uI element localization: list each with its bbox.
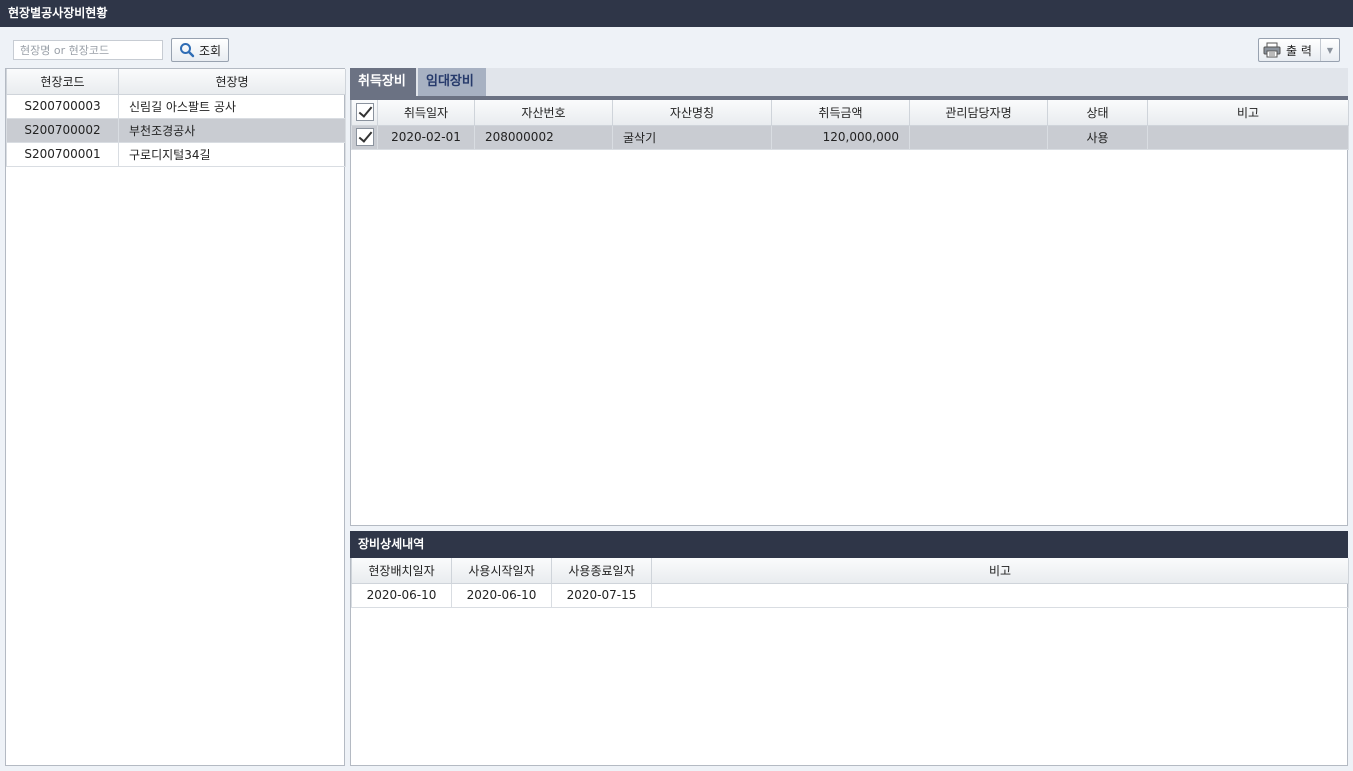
site-code-cell[interactable]: S200700002	[6, 117, 119, 143]
site-code-cell[interactable]: S200700001	[6, 141, 119, 167]
status-cell[interactable]: 사용	[1047, 124, 1148, 150]
detail-grid: 현장배치일자 사용시작일자 사용종료일자 비고 2020-06-10 2020-…	[351, 558, 1349, 608]
column-header-placed-date[interactable]: 현장배치일자	[351, 558, 452, 584]
column-header-site-code[interactable]: 현장코드	[6, 69, 119, 95]
search-icon	[179, 43, 195, 58]
table-row-selected[interactable]: 2020-02-01 208000002 굴삭기 120,000,000 사용	[351, 124, 1349, 150]
column-header-asset-name[interactable]: 자산명칭	[612, 100, 772, 126]
print-dropdown-toggle[interactable]: ▼	[1321, 46, 1339, 55]
row-checkbox[interactable]	[355, 128, 374, 146]
manager-cell[interactable]	[909, 124, 1048, 150]
search-input[interactable]	[13, 40, 163, 60]
site-grid: 현장코드 현장명 S200700003 신림길 아스팔트 공사 S2007000…	[6, 69, 346, 167]
site-list-panel: 현장코드 현장명 S200700003 신림길 아스팔트 공사 S2007000…	[5, 68, 346, 766]
placed-date-cell[interactable]: 2020-06-10	[351, 582, 452, 608]
site-name-cell[interactable]: 구로디지털34길	[118, 141, 346, 167]
tab-rental-equipment[interactable]: 임대장비	[418, 68, 486, 96]
site-code-cell[interactable]: S200700003	[6, 93, 119, 119]
print-main[interactable]: 출 력	[1259, 39, 1321, 61]
search-button[interactable]: 조회	[171, 38, 229, 62]
table-row[interactable]: S200700003 신림길 아스팔트 공사	[6, 93, 346, 119]
equipment-grid-panel: 취득일자 자산번호 자산명칭 취득금액 관리담당자명 상태 비고 2020-02…	[350, 100, 1349, 526]
column-header-start-date[interactable]: 사용시작일자	[451, 558, 552, 584]
acquired-date-cell[interactable]: 2020-02-01	[377, 124, 475, 150]
print-button-label: 출 력	[1286, 43, 1312, 58]
equipment-grid: 취득일자 자산번호 자산명칭 취득금액 관리담당자명 상태 비고 2020-02…	[351, 100, 1349, 150]
amount-cell[interactable]: 120,000,000	[771, 124, 910, 150]
column-header-detail-note[interactable]: 비고	[651, 558, 1349, 584]
select-all-checkbox-cell[interactable]	[351, 100, 378, 126]
select-all-checkbox[interactable]	[355, 103, 374, 122]
column-header-status[interactable]: 상태	[1047, 100, 1148, 126]
note-cell[interactable]	[1147, 124, 1349, 150]
column-header-site-name[interactable]: 현장명	[118, 69, 346, 95]
table-row[interactable]: 2020-06-10 2020-06-10 2020-07-15	[351, 582, 1349, 608]
column-header-end-date[interactable]: 사용종료일자	[551, 558, 652, 584]
row-checkbox-cell[interactable]	[351, 124, 378, 150]
detail-grid-panel: 현장배치일자 사용시작일자 사용종료일자 비고 2020-06-10 2020-…	[350, 558, 1349, 766]
search-button-label: 조회	[198, 43, 222, 58]
column-header-note[interactable]: 비고	[1147, 100, 1349, 126]
printer-icon	[1263, 42, 1281, 58]
site-name-cell[interactable]: 부천조경공사	[118, 117, 346, 143]
asset-name-cell[interactable]: 굴삭기	[612, 124, 772, 150]
site-name-cell[interactable]: 신림길 아스팔트 공사	[118, 93, 346, 119]
end-date-cell[interactable]: 2020-07-15	[551, 582, 652, 608]
window-title: 현장별공사장비현황	[0, 0, 1353, 27]
tab-acquired-equipment[interactable]: 취득장비	[350, 68, 416, 96]
start-date-cell[interactable]: 2020-06-10	[451, 582, 552, 608]
column-header-manager[interactable]: 관리담당자명	[909, 100, 1048, 126]
table-row-selected[interactable]: S200700002 부천조경공사	[6, 117, 346, 143]
column-header-acquired-date[interactable]: 취득일자	[377, 100, 475, 126]
column-header-amount[interactable]: 취득금액	[771, 100, 910, 126]
print-button[interactable]: 출 력 ▼	[1258, 38, 1340, 62]
asset-no-cell[interactable]: 208000002	[474, 124, 613, 150]
column-header-asset-no[interactable]: 자산번호	[474, 100, 613, 126]
detail-section-title: 장비상세내역	[350, 531, 1348, 558]
chevron-down-icon: ▼	[1326, 45, 1334, 55]
detail-note-cell[interactable]	[651, 582, 1349, 608]
tab-bar: 취득장비 임대장비	[350, 68, 1348, 96]
table-row[interactable]: S200700001 구로디지털34길	[6, 141, 346, 167]
